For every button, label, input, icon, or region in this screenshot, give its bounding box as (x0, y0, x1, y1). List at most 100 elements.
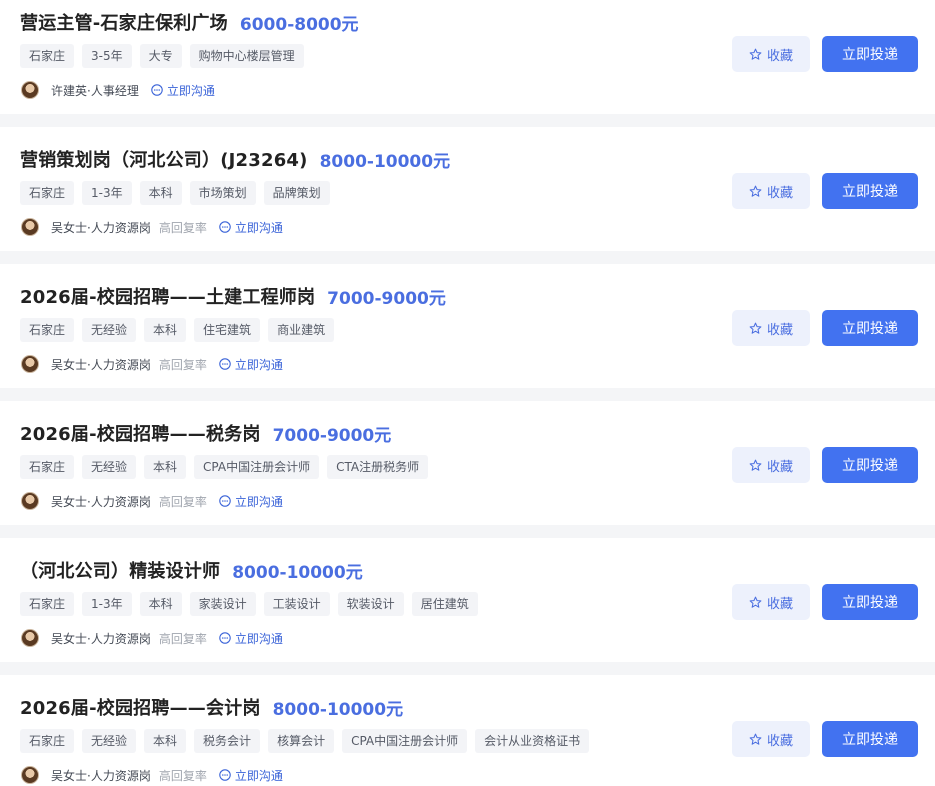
star-icon (749, 322, 762, 334)
recruiter-name: 吴女士·人力资源岗 (51, 494, 151, 509)
apply-button-label: 立即投递 (842, 595, 898, 611)
job-tag: 税务会计 (194, 729, 261, 753)
job-card[interactable]: 2026届-校园招聘——土建工程师岗 7000-9000元 石家庄 无经验 本科 住宅… (0, 264, 935, 388)
job-tag: 核算会计 (268, 729, 335, 753)
reply-rate-badge: 高回复率 (158, 768, 207, 783)
favorite-button-label: 收藏 (766, 596, 793, 612)
job-tag: 大专 (139, 44, 182, 68)
job-card[interactable]: （河北公司）精装设计师 8000-10000元 石家庄 1-3年 本科 家装设计 工装设… (0, 538, 935, 662)
job-title[interactable]: 营销策划岗（河北公司）(J23264) (20, 146, 308, 172)
job-tag: 居住建筑 (411, 592, 478, 616)
salary: 7000-9000元 (272, 425, 392, 446)
job-list: 营运主管-石家庄保利广场 6000-8000元 石家庄 3-5年 大专 购物中心楼层管… (0, 0, 935, 786)
reply-rate-badge: 高回复率 (158, 357, 207, 372)
job-tag: 商业建筑 (268, 318, 335, 342)
job-tag: 品牌策划 (263, 181, 330, 205)
apply-button[interactable]: 立即投递 (822, 447, 918, 483)
chat-link[interactable]: 立即沟通 (151, 82, 215, 99)
job-title[interactable]: 营运主管-石家庄保利广场 (20, 9, 228, 35)
job-tag: 市场策划 (189, 181, 256, 205)
title-row: 2026届-校园招聘——税务岗 7000-9000元 (20, 420, 391, 446)
chat-bubble-icon (219, 495, 231, 507)
favorite-button[interactable]: 收藏 (732, 173, 810, 209)
apply-button[interactable]: 立即投递 (822, 310, 918, 346)
apply-button-label: 立即投递 (842, 184, 898, 200)
favorite-button-label: 收藏 (766, 185, 793, 201)
chat-link-label: 立即沟通 (234, 494, 283, 509)
job-tag: 1-3年 (82, 181, 132, 205)
job-tag: 购物中心楼层管理 (189, 44, 304, 68)
job-title[interactable]: 2026届-校园招聘——会计岗 (20, 694, 261, 720)
title-row: 2026届-校园招聘——土建工程师岗 7000-9000元 (20, 283, 446, 309)
salary: 8000-10000元 (319, 151, 451, 172)
job-tag: 石家庄 (20, 455, 75, 479)
star-icon (749, 596, 762, 608)
job-title[interactable]: （河北公司）精装设计师 (20, 557, 220, 583)
tag-list: 石家庄 无经验 本科 住宅建筑 商业建筑 (20, 318, 335, 342)
chat-link[interactable]: 立即沟通 (219, 493, 283, 510)
recruiter-avatar (21, 81, 39, 99)
job-tag: 石家庄 (20, 592, 75, 616)
favorite-button[interactable]: 收藏 (732, 721, 810, 757)
job-tag: CPA中国注册会计师 (342, 729, 468, 753)
job-tag: 3-5年 (82, 44, 132, 68)
recruiter-name: 吴女士·人力资源岗 (51, 220, 151, 235)
job-tag: 无经验 (82, 318, 137, 342)
star-icon (749, 185, 762, 197)
job-tag: 会计从业资格证书 (475, 729, 590, 753)
title-row: 营运主管-石家庄保利广场 6000-8000元 (20, 9, 359, 35)
job-card[interactable]: 营销策划岗（河北公司）(J23264) 8000-10000元 石家庄 1-3年本… (0, 127, 935, 251)
recruiter-row: 许建英·人事经理 立即沟通 (21, 79, 215, 101)
favorite-button-label: 收藏 (766, 733, 793, 749)
job-tag: 本科 (144, 729, 187, 753)
apply-button-label: 立即投递 (842, 458, 898, 474)
star-icon (749, 48, 762, 60)
job-tag: 工装设计 (263, 592, 330, 616)
chat-bubble-icon (219, 769, 231, 781)
chat-link[interactable]: 立即沟通 (219, 219, 283, 236)
job-title[interactable]: 2026届-校园招聘——土建工程师岗 (20, 283, 315, 309)
recruiter-avatar (21, 355, 39, 373)
favorite-button[interactable]: 收藏 (732, 310, 810, 346)
chat-link-label: 立即沟通 (234, 631, 283, 646)
job-card[interactable]: 2026届-校园招聘——会计岗 8000-10000元 石家庄 无经验 本科 税务会计… (0, 675, 935, 786)
job-tag: 本科 (144, 318, 187, 342)
title-row: （河北公司）精装设计师 8000-10000元 (20, 557, 363, 583)
favorite-button-label: 收藏 (766, 48, 793, 64)
job-tag: 石家庄 (20, 729, 75, 753)
chat-link[interactable]: 立即沟通 (219, 767, 283, 784)
apply-button[interactable]: 立即投递 (822, 173, 918, 209)
recruiter-avatar (21, 218, 39, 236)
chat-link-label: 立即沟通 (234, 357, 283, 372)
chat-bubble-icon (219, 632, 231, 644)
recruiter-avatar (21, 492, 39, 510)
chat-bubble-icon (151, 84, 163, 96)
tag-list: 石家庄 无经验 本科 CPA中国注册会计师 CTA注册税务师 (20, 455, 429, 479)
salary: 7000-9000元 (327, 288, 446, 309)
chat-bubble-icon (219, 358, 231, 370)
reply-rate-badge: 高回复率 (158, 494, 207, 509)
job-tag: 本科 (139, 181, 182, 205)
apply-button[interactable]: 立即投递 (822, 36, 918, 72)
recruiter-row: 吴女士·人力资源岗 高回复率 立即沟通 (21, 353, 283, 375)
apply-button[interactable]: 立即投递 (822, 584, 918, 620)
job-card[interactable]: 2026届-校园招聘——税务岗 7000-9000元 石家庄 无经验 本科 CPA中国… (0, 401, 935, 525)
job-tag: 住宅建筑 (194, 318, 261, 342)
recruiter-row: 吴女士·人力资源岗 高回复率 立即沟通 (21, 216, 283, 238)
job-title[interactable]: 2026届-校园招聘——税务岗 (20, 420, 261, 446)
favorite-button[interactable]: 收藏 (732, 36, 810, 72)
recruiter-name: 吴女士·人力资源岗 (51, 631, 151, 646)
favorite-button[interactable]: 收藏 (732, 584, 810, 620)
apply-button[interactable]: 立即投递 (822, 721, 918, 757)
job-tag: 家装设计 (189, 592, 256, 616)
favorite-button[interactable]: 收藏 (732, 447, 810, 483)
chat-link[interactable]: 立即沟通 (219, 356, 283, 373)
star-icon (749, 459, 762, 471)
favorite-button-label: 收藏 (766, 459, 793, 475)
recruiter-avatar (21, 629, 39, 647)
favorite-button-label: 收藏 (766, 322, 793, 338)
chat-link[interactable]: 立即沟通 (219, 630, 283, 647)
chat-link-label: 立即沟通 (166, 83, 215, 98)
recruiter-name: 吴女士·人力资源岗 (51, 768, 151, 783)
job-card[interactable]: 营运主管-石家庄保利广场 6000-8000元 石家庄 3-5年 大专 购物中心楼层管… (0, 0, 935, 114)
